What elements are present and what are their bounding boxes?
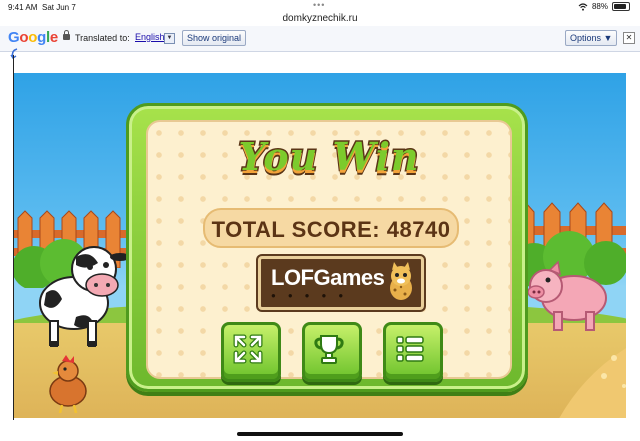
status-date: Sat Jun 7 <box>42 3 76 12</box>
translated-to-label: Translated to: <box>75 33 130 43</box>
status-time: 9:41 AM <box>8 3 38 12</box>
status-right: 88% <box>578 2 630 11</box>
close-icon[interactable]: ✕ <box>623 32 635 44</box>
cat-mascot-icon <box>390 262 412 300</box>
show-original-button[interactable]: Show original <box>182 30 247 46</box>
score-label: TOTAL SCORE: <box>211 217 381 242</box>
options-button[interactable]: Options ▼ <box>565 30 618 46</box>
chevron-down-icon[interactable]: ▼ <box>164 33 175 44</box>
cow-character <box>39 246 130 347</box>
menu-list-icon <box>396 336 424 362</box>
trophy-icon <box>314 335 344 364</box>
win-dialog-body: You Win TOTAL SCORE: 48740 LOFGames ●●●●… <box>146 120 512 382</box>
google-logo: Google <box>8 29 58 46</box>
game-canvas[interactable]: You Win TOTAL SCORE: 48740 LOFGames ●●●●… <box>14 73 626 418</box>
wifi-icon <box>578 2 588 11</box>
battery-icon <box>612 2 630 11</box>
lock-icon <box>63 30 70 40</box>
address-bar-url[interactable]: domkyznechik.ru <box>0 13 640 24</box>
fullscreen-button[interactable] <box>221 322 281 382</box>
language-select[interactable]: English <box>135 32 165 42</box>
pig-character <box>527 260 607 331</box>
google-translate-bar: Google Translated to: English ▼ Show ori… <box>0 26 640 52</box>
win-dialog: You Win TOTAL SCORE: 48740 LOFGames ●●●●… <box>126 103 528 392</box>
total-score: TOTAL SCORE: 48740 <box>205 217 457 243</box>
sponsor-logo-text: LOFGames <box>271 265 385 290</box>
back-arrow-icon[interactable] <box>10 48 20 60</box>
chicken-character <box>49 355 87 413</box>
you-win-title: You Win <box>237 133 420 181</box>
battery-percent: 88% <box>591 2 608 11</box>
fullscreen-icon <box>233 334 263 364</box>
paw-prints-icon: ●●●●● <box>271 291 356 300</box>
multitask-dots-icon[interactable]: ••• <box>313 0 325 10</box>
score-box: TOTAL SCORE: 48740 <box>203 208 459 248</box>
menu-button[interactable] <box>383 322 443 382</box>
sponsor-logo[interactable]: LOFGames ●●●●● <box>258 256 424 310</box>
score-value: 48740 <box>386 217 451 242</box>
leaderboard-button[interactable] <box>302 322 362 382</box>
home-indicator[interactable] <box>237 432 403 436</box>
status-bar: 9:41 AM Sat Jun 7 ••• 88% <box>0 0 640 14</box>
